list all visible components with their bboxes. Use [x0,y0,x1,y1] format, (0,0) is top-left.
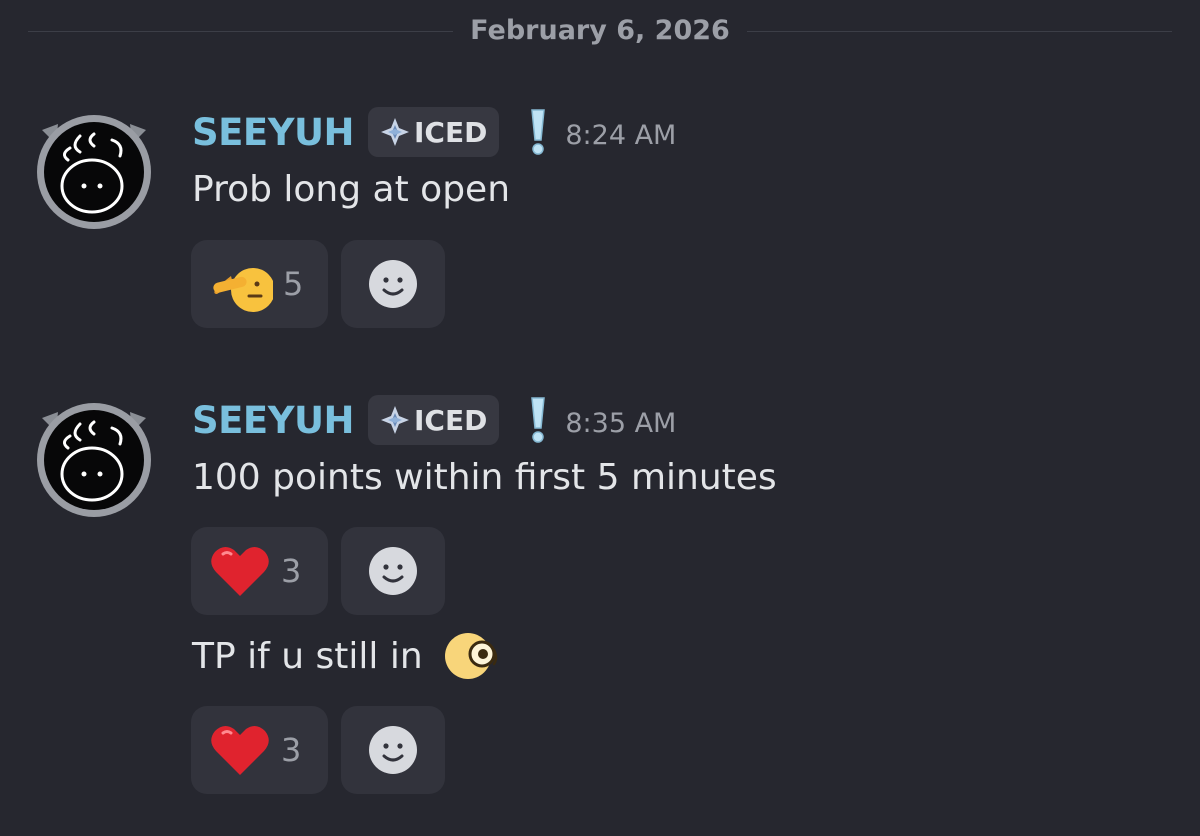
timestamp: 8:24 AM [565,119,677,151]
avatar-image [37,115,151,229]
timestamp: 8:35 AM [565,407,677,439]
reaction-bar: 5 [191,240,445,328]
add-reaction-button[interactable] [341,706,445,794]
smiley-icon [369,260,417,308]
avatar[interactable] [34,398,154,518]
reaction-bar: 3 [191,527,445,615]
message-header: SEEYUH ICED 8:24 AM [192,104,676,160]
reaction-count: 5 [283,265,304,303]
server-tag[interactable]: ICED [368,107,500,157]
message-header: SEEYUH ICED 8:35 AM [192,392,676,448]
divider-line-right [747,31,1172,32]
reaction-count: 3 [281,552,302,590]
add-reaction-button[interactable] [341,240,445,328]
reaction-saluting-face[interactable]: 5 [191,240,328,328]
tag-label: ICED [414,115,488,149]
diamond-star-icon [381,406,410,434]
avatar[interactable] [34,110,154,230]
message-text: 100 points within first 5 minutes [192,457,777,498]
avatar-image [37,403,151,517]
message-text-row: TP if u still in [192,633,498,682]
reaction-bar: 3 [191,706,445,794]
exclamation-icon [531,109,546,155]
red-heart-icon [211,546,269,596]
message-text: Prob long at open [192,169,511,210]
red-heart-icon [211,725,269,775]
username[interactable]: SEEYUH [192,399,355,442]
diamond-star-icon [381,118,410,146]
add-reaction-button[interactable] [341,527,445,615]
server-tag[interactable]: ICED [368,395,500,445]
reaction-count: 3 [281,731,302,769]
saluting-face-icon [213,268,273,312]
date-divider: February 6, 2026 [28,14,1172,50]
reaction-red-heart[interactable]: 3 [191,706,328,794]
message-text: TP if u still in [192,636,423,677]
tag-label: ICED [414,403,488,437]
smiley-icon [369,726,417,774]
smiley-icon [369,547,417,595]
peeking-face-icon [445,633,498,679]
username[interactable]: SEEYUH [192,111,355,154]
reaction-red-heart[interactable]: 3 [191,527,328,615]
exclamation-icon [531,397,546,443]
